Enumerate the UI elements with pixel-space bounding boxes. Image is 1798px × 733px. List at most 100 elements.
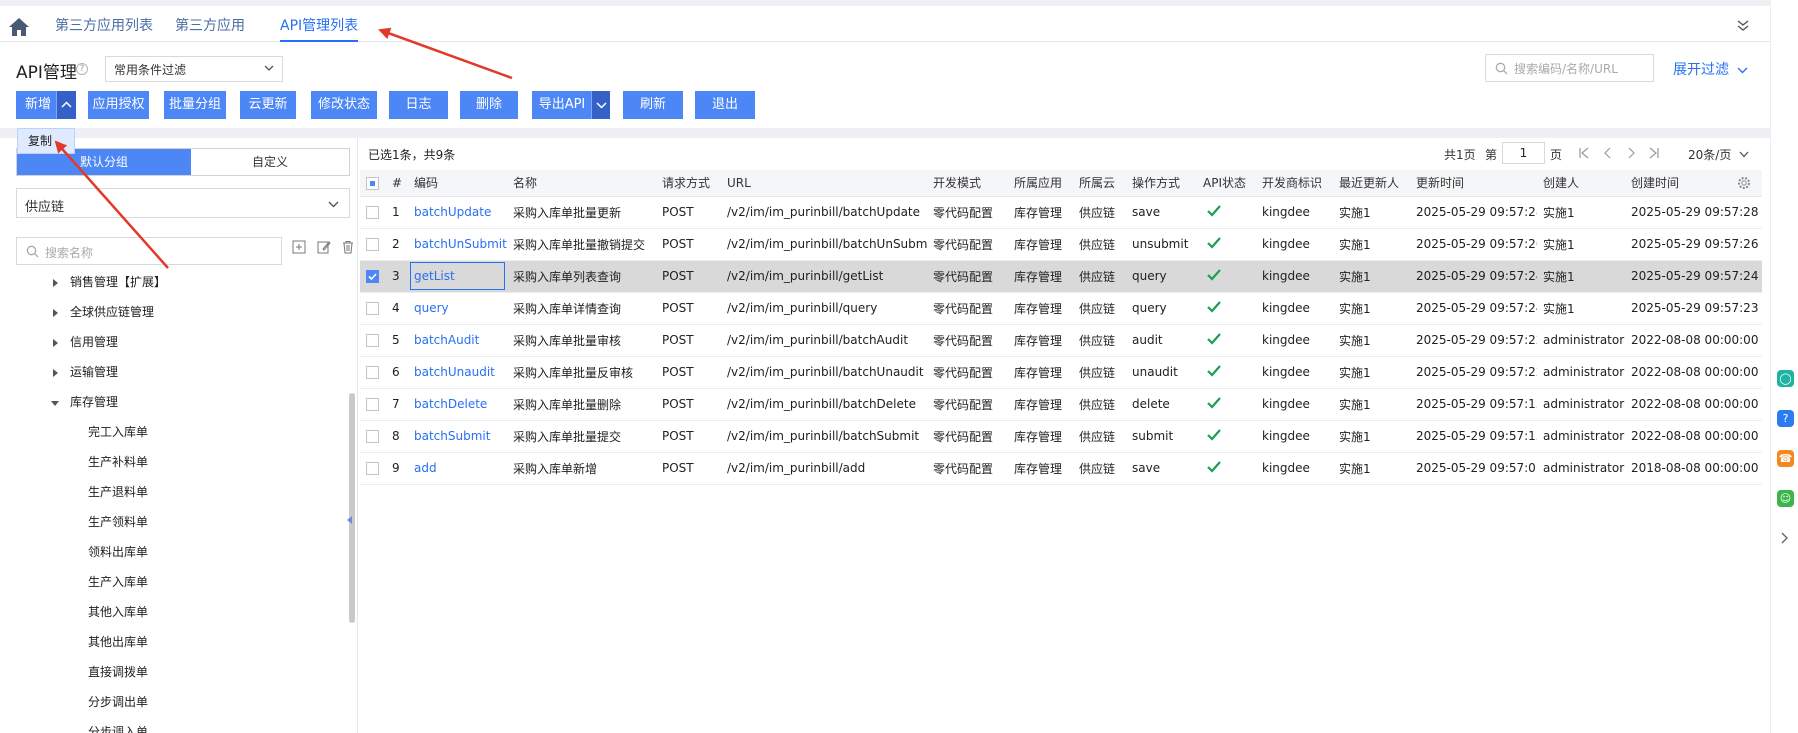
tree-leaf[interactable]: 生产补料单 (88, 451, 148, 473)
prev-page-icon[interactable] (1602, 147, 1614, 159)
chevron-right-icon[interactable] (1780, 532, 1790, 544)
row-checkbox[interactable] (366, 206, 379, 219)
add-node-icon[interactable] (292, 240, 306, 254)
table-row[interactable]: 4 query 采购入库单详情查询 POST/v2/im/im_purinbill/q… (360, 292, 1762, 325)
tree-leaf[interactable]: 完工入库单 (88, 421, 148, 443)
row-select-cell[interactable] (360, 292, 386, 325)
select-all-cell[interactable] (360, 170, 386, 197)
tree-node-inventory[interactable]: 库存管理 (50, 391, 118, 413)
tree-leaf[interactable]: 其他出库单 (88, 631, 148, 653)
column-header[interactable]: 开发模式 (927, 170, 1008, 197)
cloud-select[interactable]: 供应链 (16, 188, 350, 218)
row-checkbox[interactable] (366, 398, 379, 411)
table-row[interactable]: 9 add 采购入库单新增 POST/v2/im/im_purinbill/add 零代… (360, 452, 1762, 485)
row-checkbox[interactable] (366, 334, 379, 347)
search-input[interactable]: 搜索编码/名称/URL (1485, 54, 1654, 82)
gear-icon[interactable] (1737, 176, 1751, 190)
row-select-cell[interactable] (360, 388, 386, 421)
table-row[interactable]: 1 batchUpdate 采购入库单批量更新 POST/v2/im/im_purin… (360, 196, 1762, 229)
custom-group-tab[interactable]: 自定义 (191, 149, 349, 175)
tree-leaf[interactable]: 生产退料单 (88, 481, 148, 503)
cell-code[interactable]: batchUpdate (408, 196, 507, 229)
row-checkbox[interactable] (366, 302, 379, 315)
table-row[interactable]: 6 batchUnaudit 采购入库单批量反审核 POST/v2/im/im_pur… (360, 356, 1762, 389)
tree-scrollbar[interactable] (349, 393, 355, 623)
delete-button[interactable]: 删除 (460, 91, 518, 119)
column-header[interactable]: 所属云 (1073, 170, 1126, 197)
row-checkbox[interactable] (366, 430, 379, 443)
cell-code[interactable]: batchSubmit (408, 420, 507, 453)
row-checkbox[interactable] (366, 238, 379, 251)
help-icon[interactable]: ? (1777, 410, 1794, 427)
column-header[interactable]: 更新时间 (1410, 170, 1537, 197)
table-row[interactable]: 3 getList 采购入库单列表查询 POST/v2/im/im_purinbill… (360, 260, 1762, 293)
cell-code[interactable]: query (408, 292, 507, 325)
table-row[interactable]: 7 batchDelete 采购入库单批量删除 POST/v2/im/im_purin… (360, 388, 1762, 421)
page-size-select[interactable]: 20条/页 (1688, 146, 1749, 163)
row-select-cell[interactable] (360, 452, 386, 485)
help-icon[interactable]: ? (76, 63, 88, 75)
log-button[interactable]: 日志 (389, 91, 448, 119)
cloud-update-button[interactable]: 云更新 (240, 91, 296, 119)
column-header[interactable]: API状态 (1197, 170, 1256, 197)
column-header[interactable]: 所属应用 (1008, 170, 1073, 197)
exit-button[interactable]: 退出 (695, 91, 755, 119)
column-header[interactable]: 请求方式 (656, 170, 721, 197)
home-icon[interactable] (8, 17, 30, 37)
double-chevron-down-icon[interactable] (1736, 18, 1750, 32)
app-auth-button[interactable]: 应用授权 (88, 91, 149, 119)
tree-leaf[interactable]: 领料出库单 (88, 541, 148, 563)
smile-icon[interactable]: ☺ (1777, 490, 1794, 507)
tree-node-credit[interactable]: 信用管理 (50, 331, 118, 353)
column-header[interactable]: 最近更新人 (1333, 170, 1410, 197)
tree-leaf[interactable]: 生产入库单 (88, 571, 148, 593)
cell-code[interactable]: add (408, 452, 507, 485)
table-row[interactable]: 2 batchUnSubmit 采购入库单批量撤销提交 POST/v2/im/im_p… (360, 228, 1762, 261)
tab-third-party-app[interactable]: 第三方应用 (175, 15, 245, 35)
table-row[interactable]: 8 batchSubmit 采购入库单批量提交 POST/v2/im/im_purin… (360, 420, 1762, 453)
row-checkbox[interactable] (366, 366, 379, 379)
cell-code[interactable]: batchUnaudit (408, 356, 507, 389)
cell-code[interactable]: batchUnSubmit (408, 228, 507, 261)
row-select-cell[interactable] (360, 324, 386, 357)
row-select-cell[interactable] (360, 356, 386, 389)
tree-search-input[interactable]: 搜索名称 (16, 237, 282, 265)
export-api-button[interactable]: 导出API (532, 91, 592, 119)
cell-code[interactable]: batchAudit (408, 324, 507, 357)
page-number-input[interactable]: 1 (1502, 142, 1545, 164)
next-page-icon[interactable] (1625, 147, 1637, 159)
tree-leaf[interactable]: 其他入库单 (88, 601, 148, 623)
tab-third-party-app-list[interactable]: 第三方应用列表 (55, 15, 153, 35)
table-row[interactable]: 5 batchAudit 采购入库单批量审核 POST/v2/im/im_purinb… (360, 324, 1762, 357)
column-header[interactable]: 开发商标识 (1256, 170, 1333, 197)
tab-api-management-list[interactable]: API管理列表 (280, 15, 358, 35)
new-button[interactable]: 新增 (16, 91, 60, 119)
refresh-button[interactable]: 刷新 (623, 91, 683, 119)
expand-filter-link[interactable]: 展开过滤 (1673, 59, 1748, 79)
column-header[interactable]: 操作方式 (1126, 170, 1197, 197)
select-all-checkbox[interactable] (366, 176, 379, 190)
last-page-icon[interactable] (1648, 147, 1660, 159)
chat-icon[interactable]: ◯ (1777, 370, 1794, 387)
headset-icon[interactable]: ☎ (1777, 450, 1794, 467)
column-header[interactable]: 编码 (408, 170, 507, 197)
column-header[interactable]: URL (721, 170, 927, 197)
tree-node-transport[interactable]: 运输管理 (50, 361, 118, 383)
tree-leaf[interactable]: 分步调入单 (88, 721, 148, 733)
copy-menu-item[interactable]: 复制 (17, 128, 75, 154)
tree-leaf[interactable]: 生产领料单 (88, 511, 148, 533)
row-select-cell[interactable] (360, 228, 386, 261)
tree-leaf[interactable]: 直接调拨单 (88, 661, 148, 683)
column-header[interactable]: 名称 (507, 170, 656, 197)
delete-node-icon[interactable] (341, 240, 355, 254)
edit-node-icon[interactable] (317, 240, 331, 254)
common-filter-select[interactable]: 常用条件过滤 (105, 56, 283, 82)
first-page-icon[interactable] (1578, 147, 1590, 159)
cell-code[interactable]: getList (408, 260, 507, 293)
tree-leaf[interactable]: 分步调出单 (88, 691, 148, 713)
batch-group-button[interactable]: 批量分组 (164, 91, 226, 119)
cell-code[interactable]: batchDelete (408, 388, 507, 421)
column-header[interactable]: 创建人 (1537, 170, 1625, 197)
new-dropdown-toggle[interactable] (56, 91, 76, 119)
modify-status-button[interactable]: 修改状态 (311, 91, 377, 119)
